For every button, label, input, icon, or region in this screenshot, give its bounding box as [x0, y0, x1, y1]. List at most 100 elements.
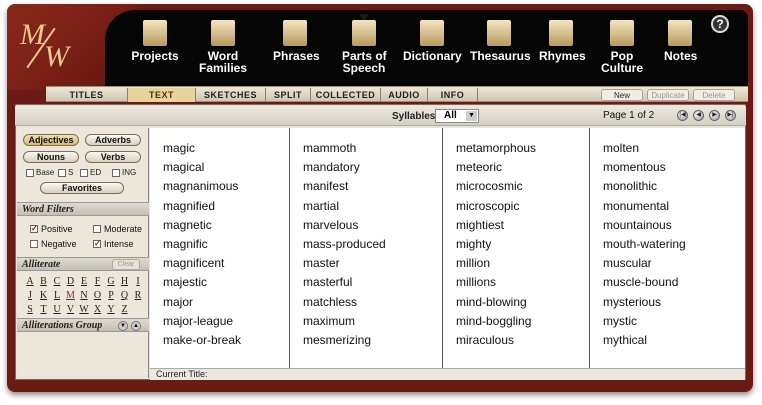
last-page-icon[interactable]: ▶|: [725, 110, 736, 121]
letter-k[interactable]: K: [39, 290, 49, 301]
help-button[interactable]: ?: [711, 15, 729, 33]
positive-checkbox[interactable]: ✓: [30, 225, 38, 233]
collapse-up-icon[interactable]: ▲: [131, 321, 141, 331]
tab-1[interactable]: TEXT: [128, 88, 196, 102]
letter-f[interactable]: F: [93, 276, 103, 287]
word-item[interactable]: marvelous: [303, 218, 358, 232]
word-item[interactable]: mind-blowing: [456, 295, 527, 309]
nav-item-1[interactable]: Word Families: [198, 20, 248, 74]
first-page-icon[interactable]: |◀: [677, 110, 688, 121]
word-item[interactable]: mesmerizing: [303, 333, 371, 347]
word-item[interactable]: magical: [163, 160, 204, 174]
letter-t[interactable]: T: [39, 304, 49, 315]
word-item[interactable]: master: [303, 256, 340, 270]
tab-button-0[interactable]: New: [601, 89, 643, 101]
nav-item-8[interactable]: Notes: [664, 20, 697, 62]
word-item[interactable]: magnified: [163, 199, 215, 213]
tab-2[interactable]: SKETCHES: [196, 88, 266, 102]
letter-n[interactable]: N: [79, 290, 89, 301]
word-item[interactable]: magic: [163, 141, 195, 155]
letter-l[interactable]: L: [52, 290, 62, 301]
letter-o[interactable]: O: [93, 290, 103, 301]
word-item[interactable]: major-league: [163, 314, 233, 328]
moderate-checkbox[interactable]: [93, 225, 101, 233]
word-item[interactable]: mass-produced: [303, 237, 386, 251]
word-item[interactable]: mighty: [456, 237, 491, 251]
letter-x[interactable]: X: [93, 304, 103, 315]
tab-button-1[interactable]: Duplicate: [647, 89, 689, 101]
word-item[interactable]: masterful: [303, 275, 352, 289]
word-item[interactable]: matchless: [303, 295, 357, 309]
form-checkbox-0[interactable]: [26, 169, 34, 177]
tab-6[interactable]: INFO: [428, 88, 478, 102]
word-item[interactable]: magnificent: [163, 256, 224, 270]
letter-p[interactable]: P: [106, 290, 116, 301]
word-item[interactable]: mammoth: [303, 141, 356, 155]
word-item[interactable]: mind-boggling: [456, 314, 531, 328]
word-item[interactable]: millions: [456, 275, 496, 289]
word-item[interactable]: mysterious: [603, 295, 661, 309]
adverbs-button[interactable]: Adverbs: [85, 134, 141, 146]
next-page-icon[interactable]: ▶: [709, 110, 720, 121]
tab-3[interactable]: SPLIT: [266, 88, 311, 102]
intense-checkbox[interactable]: ✓: [93, 240, 101, 248]
word-item[interactable]: metamorphous: [456, 141, 536, 155]
letter-r[interactable]: R: [133, 290, 143, 301]
favorites-button[interactable]: Favorites: [40, 182, 124, 194]
nav-item-6[interactable]: Rhymes: [539, 20, 586, 62]
letter-q[interactable]: Q: [120, 290, 130, 301]
nav-item-7[interactable]: Pop Culture: [599, 20, 645, 74]
word-item[interactable]: monolithic: [603, 179, 657, 193]
letter-z[interactable]: Z: [120, 304, 130, 315]
word-item[interactable]: maximum: [303, 314, 355, 328]
prev-page-icon[interactable]: ◀: [693, 110, 704, 121]
word-item[interactable]: muscular: [603, 256, 652, 270]
negative-checkbox[interactable]: [30, 240, 38, 248]
nouns-button[interactable]: Nouns: [23, 151, 79, 163]
word-item[interactable]: magnanimous: [163, 179, 238, 193]
letter-j[interactable]: J: [25, 290, 35, 301]
letter-s[interactable]: S: [25, 304, 35, 315]
word-item[interactable]: mystic: [603, 314, 637, 328]
word-item[interactable]: momentous: [603, 160, 666, 174]
word-item[interactable]: mountainous: [603, 218, 672, 232]
nav-item-4[interactable]: Dictionary: [403, 20, 462, 62]
tab-0[interactable]: TITLES: [46, 88, 128, 102]
word-item[interactable]: manifest: [303, 179, 348, 193]
letter-d[interactable]: D: [66, 276, 76, 287]
word-item[interactable]: muscle-bound: [603, 275, 678, 289]
letter-h[interactable]: H: [120, 276, 130, 287]
word-item[interactable]: microcosmic: [456, 179, 523, 193]
tab-4[interactable]: COLLECTED: [311, 88, 381, 102]
word-item[interactable]: million: [456, 256, 490, 270]
letter-m[interactable]: M: [66, 290, 76, 301]
word-item[interactable]: monumental: [603, 199, 669, 213]
clear-button[interactable]: Clear: [112, 259, 140, 270]
word-item[interactable]: major: [163, 295, 193, 309]
form-checkbox-1[interactable]: [58, 169, 66, 177]
adjectives-button[interactable]: Adjectives: [23, 134, 79, 146]
letter-c[interactable]: C: [52, 276, 62, 287]
nav-item-2[interactable]: Phrases: [273, 20, 320, 62]
letter-v[interactable]: V: [66, 304, 76, 315]
syllables-select[interactable]: All ▼: [435, 109, 479, 123]
word-item[interactable]: mightiest: [456, 218, 504, 232]
letter-a[interactable]: A: [25, 276, 35, 287]
letter-i[interactable]: I: [133, 276, 143, 287]
word-item[interactable]: miraculous: [456, 333, 514, 347]
word-item[interactable]: majestic: [163, 275, 207, 289]
word-item[interactable]: make-or-break: [163, 333, 241, 347]
word-item[interactable]: mythical: [603, 333, 647, 347]
verbs-button[interactable]: Verbs: [85, 151, 141, 163]
word-item[interactable]: mandatory: [303, 160, 360, 174]
letter-w[interactable]: W: [79, 304, 89, 315]
word-item[interactable]: martial: [303, 199, 339, 213]
letter-b[interactable]: B: [39, 276, 49, 287]
word-item[interactable]: magnific: [163, 237, 208, 251]
form-checkbox-2[interactable]: [80, 169, 88, 177]
word-item[interactable]: molten: [603, 141, 639, 155]
collapse-down-icon[interactable]: ▼: [118, 321, 128, 331]
word-item[interactable]: mouth-watering: [603, 237, 686, 251]
tab-5[interactable]: AUDIO: [381, 88, 428, 102]
letter-y[interactable]: Y: [106, 304, 116, 315]
